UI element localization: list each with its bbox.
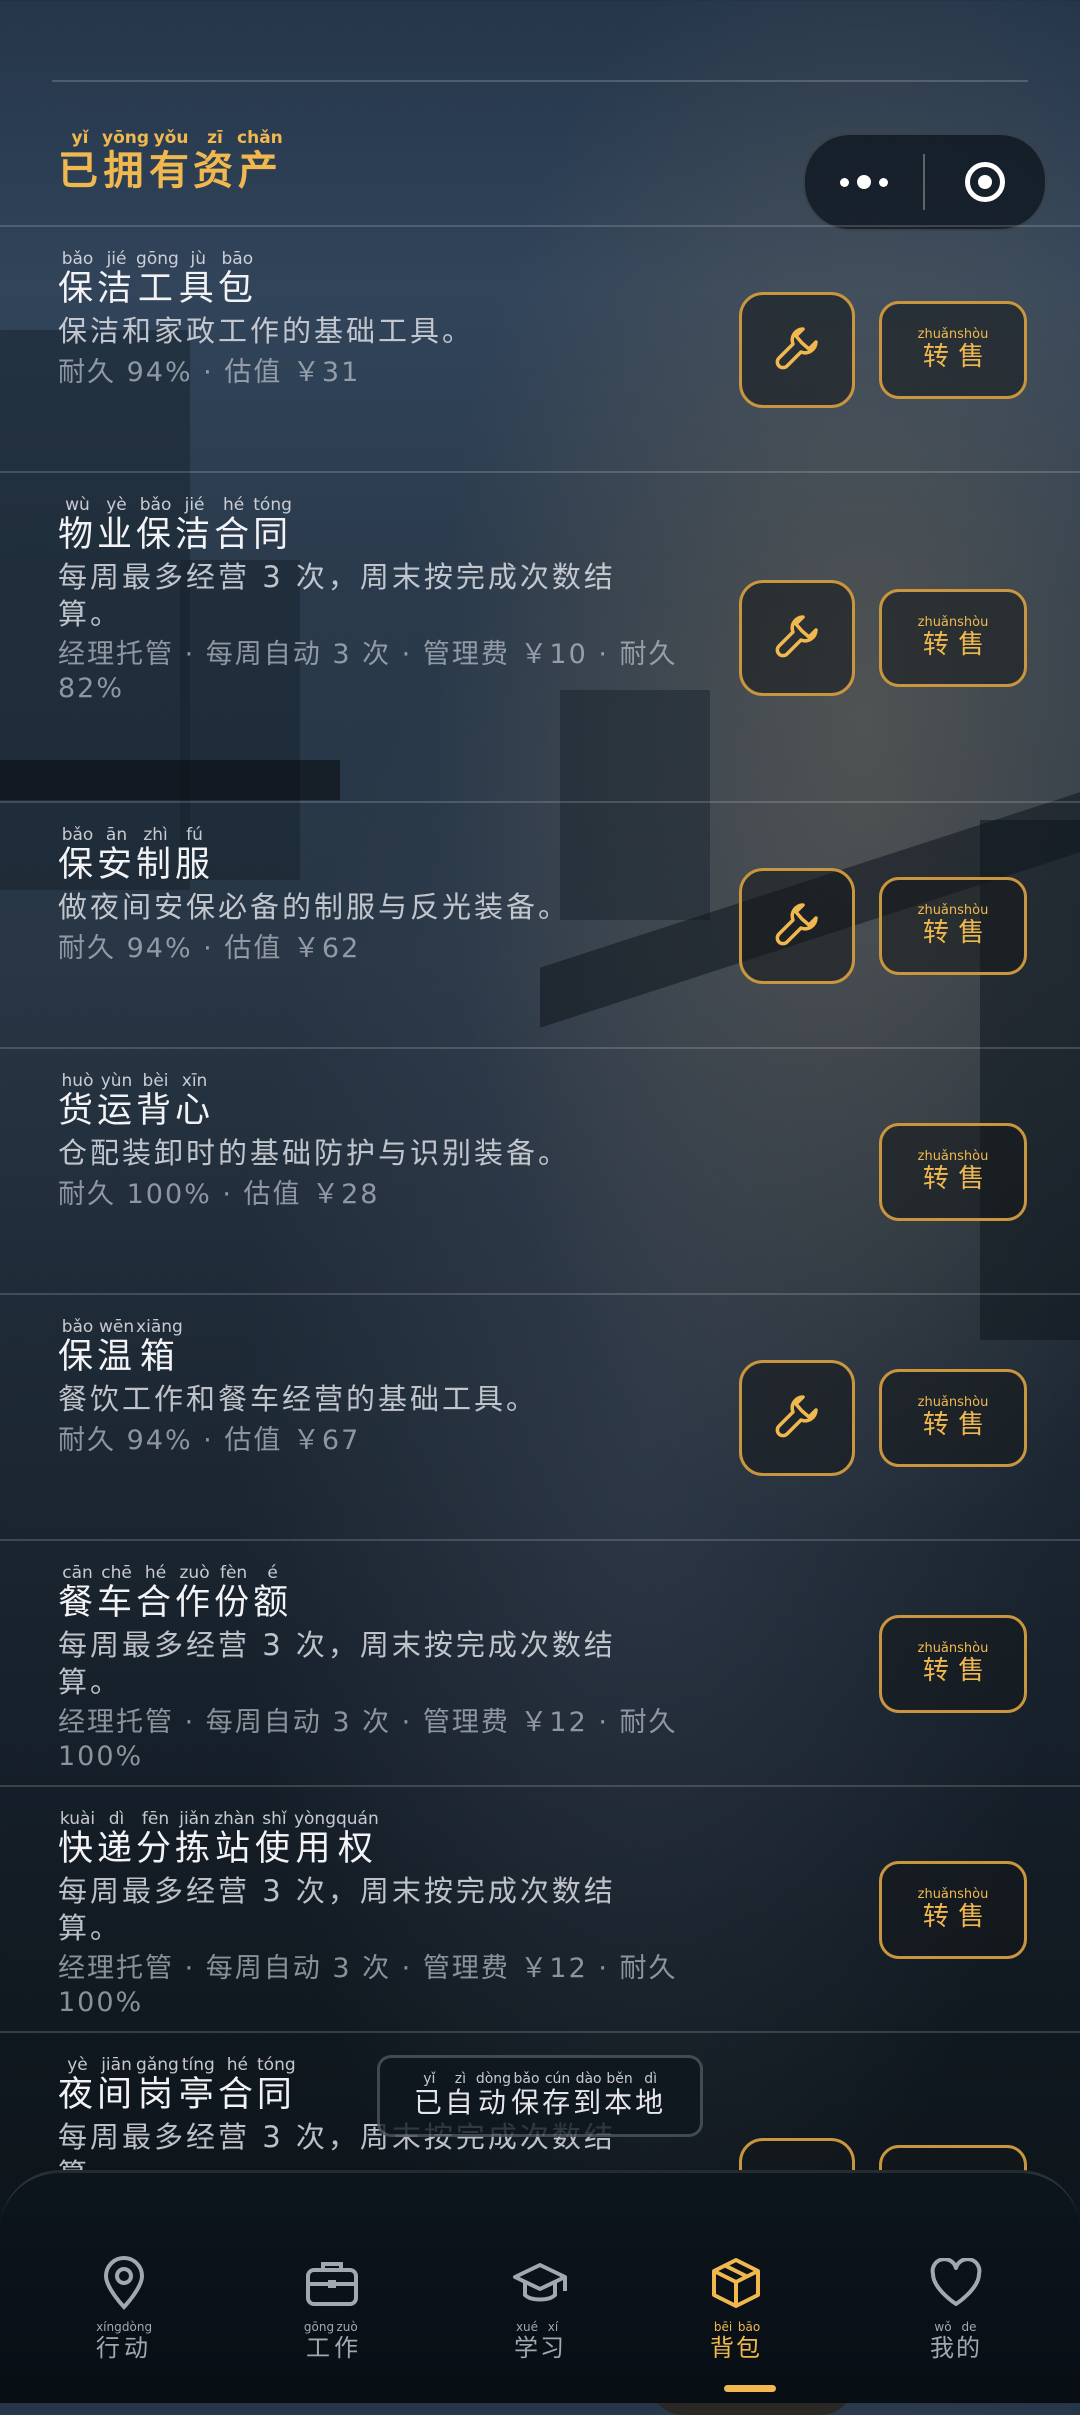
wrench-icon [773,612,821,664]
asset-meta: 耐久 94% · 估值 ￥62 [58,932,361,964]
package-box-icon [708,2253,764,2313]
asset-info: 保bǎo温wēn箱xiāng 餐饮工作和餐车经营的基础工具。 耐久 94% · 估值… [58,1317,678,1457]
asset-name: 物wù业yè保bǎo洁jié合hé同tóng [58,495,293,555]
asset-meta: 耐久 94% · 估值 ￥31 [58,356,361,388]
tab-work[interactable]: 工gōng作zuò [232,2173,432,2406]
tab-action[interactable]: 行xíng动dòng [24,2173,224,2406]
wrench-icon [773,900,821,952]
asset-row: 保bǎo洁jié工gōng具jù包bāo 保洁和家政工作的基础工具。 耐久 94% … [0,225,1080,471]
asset-meta: 耐久 100% · 估值 ￥28 [58,1178,380,1210]
bottom-tab-bar: 行xíng动dòng 工gōng作zuò 学xué习xí 背bēi包bāo 我w… [0,2170,1080,2415]
asset-row: 保bǎo安ān制zhì服fú 做夜间安保必备的制服与反光装备。 耐久 94% · 估… [0,801,1080,1047]
asset-description: 仓配装卸时的基础防护与识别装备。 [58,1136,571,1171]
wrench-icon [773,324,821,376]
asset-info: 餐cān车chē合hé作zuò份fèn额é 每周最多经营 3 次，周末按完成次数结… [58,1563,678,1773]
repair-button[interactable] [739,580,855,696]
mini-program-capsule [803,133,1047,231]
asset-description: 餐饮工作和餐车经营的基础工具。 [58,1382,539,1417]
autosave-toast: 已yǐ自zì动dòng保bǎo存cún到dào本běn地dì [377,2055,703,2137]
page-title: 已yǐ拥yōng有yǒu资zī产chǎn [58,128,283,194]
briefcase-icon [304,2253,360,2313]
asset-row: 保bǎo温wēn箱xiāng 餐饮工作和餐车经营的基础工具。 耐久 94% · 估值… [0,1293,1080,1539]
asset-meta: 经理托管 · 每周自动 3 次 · 管理费 ￥12 · 耐久 100% [58,1952,678,2018]
toast-text: 已yǐ自zì动dòng保bǎo存cún到dào本běn地dì [413,2070,667,2119]
asset-description: 保洁和家政工作的基础工具。 [58,314,475,349]
location-pin-icon [100,2253,148,2313]
repair-button[interactable] [739,292,855,408]
asset-name: 保bǎo温wēn箱xiāng [58,1317,183,1377]
asset-list: 保bǎo洁jié工gōng具jù包bāo 保洁和家政工作的基础工具。 耐久 94% … [0,225,1080,2254]
graduation-cap-icon [511,2253,569,2313]
asset-description: 做夜间安保必备的制服与反光装备。 [58,890,571,925]
page-header: 已yǐ拥yōng有yǒu资zī产chǎn [58,128,283,196]
asset-name: 保bǎo安ān制zhì服fú [58,825,215,885]
repair-button[interactable] [739,1360,855,1476]
asset-name: 快kuài递dì分fēn拣jiǎn站zhàn使shǐ用yòng权quán [58,1809,379,1869]
resell-button[interactable]: 转zhuǎn售shòu [879,589,1027,687]
asset-description: 每周最多经营 3 次，周末按完成次数结算。 [58,1628,616,1699]
repair-button[interactable] [739,868,855,984]
asset-name: 保bǎo洁jié工gōng具jù包bāo [58,249,257,309]
more-dots-icon[interactable] [805,175,923,189]
tab-mine[interactable]: 我wǒ的de [856,2173,1056,2406]
asset-description: 每周最多经营 3 次，周末按完成次数结算。 [58,560,616,631]
asset-info: 保bǎo安ān制zhì服fú 做夜间安保必备的制服与反光装备。 耐久 94% · 估… [58,825,678,965]
heart-icon [928,2253,984,2313]
resell-button[interactable]: 转zhuǎn售shòu [879,877,1027,975]
tab-backpack[interactable]: 背bēi包bāo [636,2173,856,2415]
resell-button[interactable]: 转zhuǎn售shòu [879,1615,1027,1713]
asset-description: 每周最多经营 3 次，周末按完成次数结算。 [58,1874,616,1945]
asset-row: 物wù业yè保bǎo洁jié合hé同tóng 每周最多经营 3 次，周末按完成次数… [0,471,1080,801]
tab-study[interactable]: 学xué习xí [440,2173,640,2406]
asset-meta: 耐久 94% · 估值 ￥67 [58,1424,361,1456]
wrench-icon [773,1392,821,1444]
resell-button[interactable]: 转zhuǎn售shòu [879,301,1027,399]
resell-button[interactable]: 转zhuǎn售shòu [879,1369,1027,1467]
top-divider [52,80,1028,82]
asset-row: 快kuài递dì分fēn拣jiǎn站zhàn使shǐ用yòng权quán 每周最多… [0,1785,1080,2031]
active-tab-indicator [724,2385,776,2392]
asset-info: 快kuài递dì分fēn拣jiǎn站zhàn使shǐ用yòng权quán 每周最多… [58,1809,678,2019]
asset-info: 货huò运yùn背bèi心xīn 仓配装卸时的基础防护与识别装备。 耐久 100% … [58,1071,678,1211]
asset-meta: 经理托管 · 每周自动 3 次 · 管理费 ￥10 · 耐久 82% [58,638,678,704]
asset-info: 物wù业yè保bǎo洁jié合hé同tóng 每周最多经营 3 次，周末按完成次数… [58,495,678,705]
asset-name: 餐cān车chē合hé作zuò份fèn额é [58,1563,293,1623]
target-circle-icon[interactable] [925,162,1045,202]
asset-name: 货huò运yùn背bèi心xīn [58,1071,215,1131]
resell-button[interactable]: 转zhuǎn售shòu [879,1123,1027,1221]
asset-row: 餐cān车chē合hé作zuò份fèn额é 每周最多经营 3 次，周末按完成次数结… [0,1539,1080,1785]
asset-row: 货huò运yùn背bèi心xīn 仓配装卸时的基础防护与识别装备。 耐久 100% … [0,1047,1080,1293]
asset-meta: 经理托管 · 每周自动 3 次 · 管理费 ￥12 · 耐久 100% [58,1706,678,1772]
resell-button[interactable]: 转zhuǎn售shòu [879,1861,1027,1959]
asset-info: 保bǎo洁jié工gōng具jù包bāo 保洁和家政工作的基础工具。 耐久 94% … [58,249,678,389]
